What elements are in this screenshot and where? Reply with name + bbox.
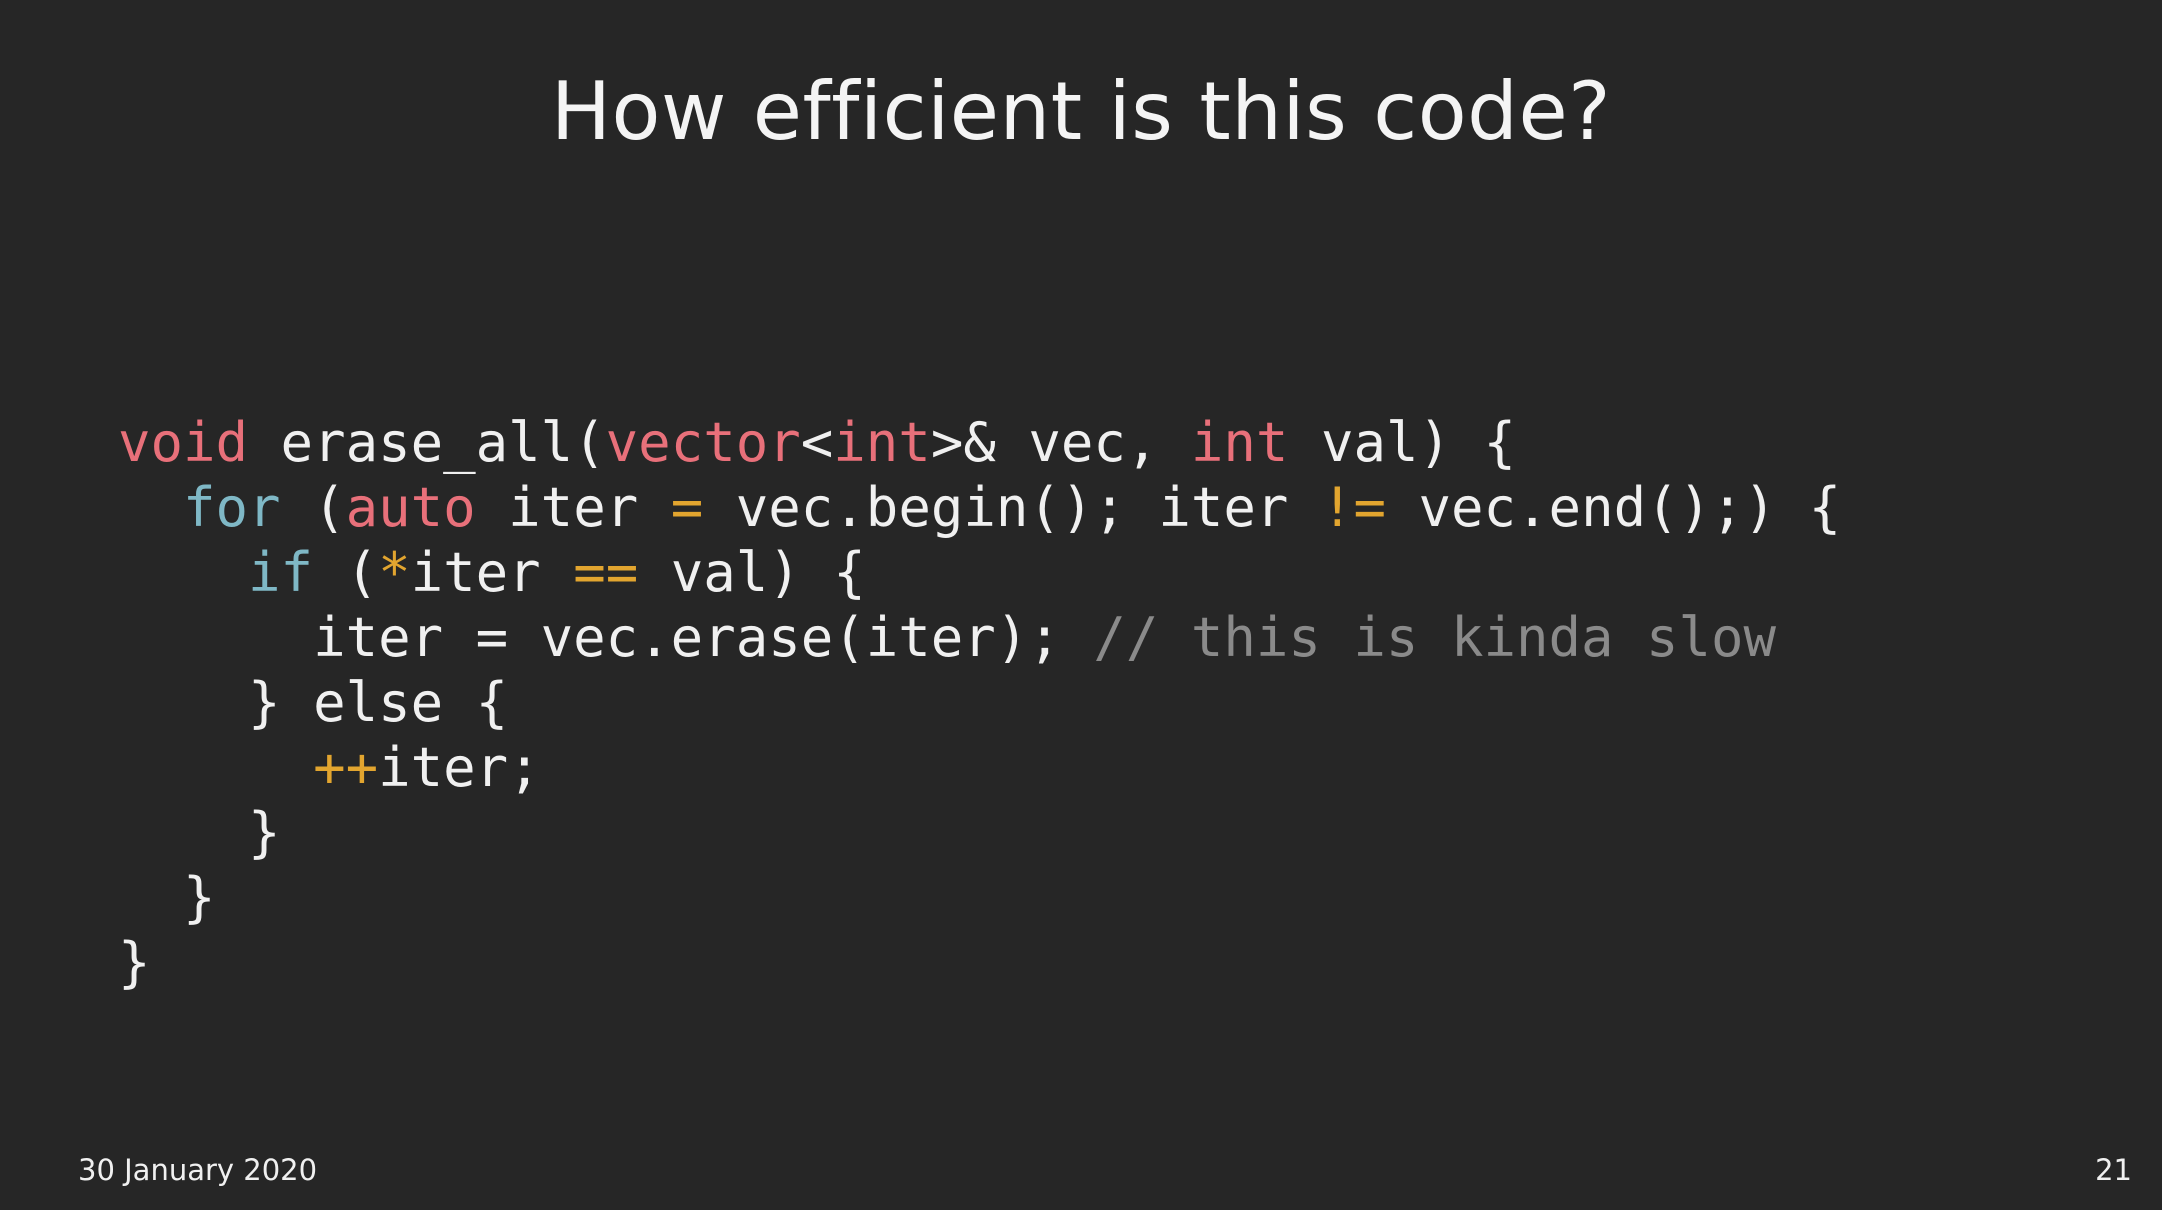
code-token-text: vec.end();) { — [1386, 476, 1842, 539]
code-token-text: val) { — [1288, 411, 1517, 474]
code-token-operator: != — [1320, 476, 1386, 539]
code-token-text: iter — [410, 541, 574, 604]
code-token-text: } — [118, 866, 216, 929]
slide-date: 30 January 2020 — [78, 1153, 318, 1187]
code-token-type-keyword: void — [118, 411, 249, 474]
code-token-text: } else { — [118, 671, 509, 734]
code-line: iter = vec.erase(iter); // this is kinda… — [118, 605, 1841, 670]
code-token-operator: == — [573, 541, 639, 604]
code-line: void erase_all(vector<int>& vec, int val… — [118, 410, 1841, 475]
code-token-text: val) { — [638, 541, 866, 604]
code-token-text: iter — [475, 476, 671, 539]
page-number: 21 — [2095, 1153, 2132, 1187]
code-token-type-keyword: auto — [345, 476, 476, 539]
code-line: } — [118, 865, 1841, 930]
code-token-text: erase_all( — [248, 411, 606, 474]
code-token-text: iter; — [378, 736, 541, 799]
code-token-control-keyword: for — [183, 476, 281, 539]
code-token-text: vec.begin(); iter — [703, 476, 1321, 539]
code-token-operator: = — [670, 476, 704, 539]
code-token-operator: ++ — [313, 736, 379, 799]
code-line: ++iter; — [118, 735, 1841, 800]
code-token-comment: // this is kinda slow — [1093, 606, 1777, 669]
code-token-text: } — [118, 931, 151, 994]
code-line: } — [118, 930, 1841, 995]
code-token-text: iter = vec.erase(iter); — [118, 606, 1094, 669]
code-token-type-keyword: int — [1190, 411, 1289, 474]
code-token-text: < — [800, 411, 834, 474]
code-line: if (*iter == val) { — [118, 540, 1841, 605]
code-token-text: ( — [313, 541, 379, 604]
code-token-type-keyword: vector — [605, 411, 801, 474]
code-token-text: } — [118, 801, 281, 864]
code-token-type-keyword: int — [833, 411, 931, 474]
code-token-text: >& vec, — [930, 411, 1191, 474]
code-token-operator: * — [378, 541, 411, 604]
code-block: void erase_all(vector<int>& vec, int val… — [118, 410, 1841, 995]
code-token-control-keyword: if — [248, 541, 314, 604]
code-token-text: ( — [280, 476, 346, 539]
code-line: } — [118, 800, 1841, 865]
slide: How efficient is this code? void erase_a… — [0, 0, 2162, 1210]
code-line: for (auto iter = vec.begin(); iter != ve… — [118, 475, 1841, 540]
code-line: } else { — [118, 670, 1841, 735]
slide-title: How efficient is this code? — [550, 65, 1612, 158]
